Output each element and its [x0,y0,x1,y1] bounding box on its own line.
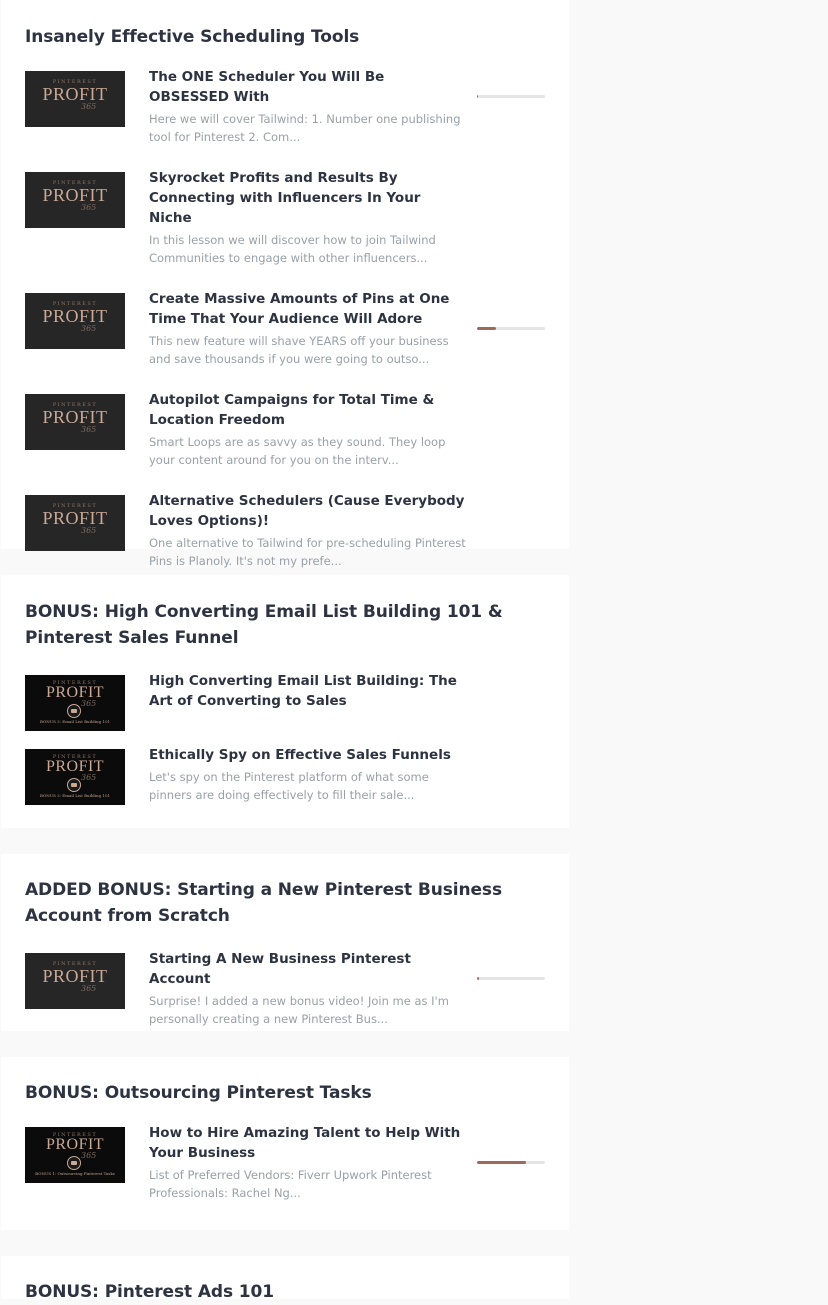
thumb-brand-script: 365 [81,1151,97,1160]
envelope-icon [67,778,81,792]
section-title: BONUS: High Converting Email List Buildi… [25,602,503,648]
lesson-item[interactable]: PINTEREST PROFIT 365 Create Massive Amou… [25,289,545,368]
thumb-brand-main: PROFIT [42,306,108,326]
section-scheduling-tools: Insanely Effective Scheduling Tools PINT… [1,0,569,568]
thumb-brand-script: 365 [81,984,97,993]
lesson-title[interactable]: Skyrocket Profits and Results By Connect… [149,168,467,228]
thumb-brand-main: PROFIT [42,407,108,427]
lesson-item[interactable]: PINTEREST PROFIT 365 BONUS 3: Email List… [25,745,545,805]
thumb-brand-main: PROFIT [42,84,108,104]
lesson-thumbnail[interactable]: PINTEREST PROFIT 365 [25,293,125,349]
thumb-brand-script: 365 [81,425,97,434]
lesson-title[interactable]: Create Massive Amounts of Pins at One Ti… [149,289,467,329]
lesson-body: Create Massive Amounts of Pins at One Ti… [149,289,467,368]
section-outsourcing: BONUS: Outsourcing Pinterest Tasks PINTE… [1,1057,569,1230]
lesson-progress-bar [477,1161,545,1164]
lesson-item[interactable]: PINTEREST PROFIT 365 Autopilot Campaigns… [25,390,545,469]
lesson-thumbnail[interactable]: PINTEREST PROFIT 365 BONUS 1: Outsourcin… [25,1127,125,1183]
section-title: Insanely Effective Scheduling Tools [25,27,360,47]
section-new-business-account: ADDED BONUS: Starting a New Pinterest Bu… [1,854,569,1031]
lesson-body: Alternative Schedulers (Cause Everybody … [149,491,467,570]
lesson-item[interactable]: PINTEREST PROFIT 365 Alternative Schedul… [25,491,545,570]
lesson-body: High Converting Email List Building: The… [149,671,467,711]
thumb-brand-main: PROFIT [42,185,108,205]
lesson-description: Smart Loops are as savvy as they sound. … [149,435,446,467]
lesson-body: Autopilot Campaigns for Total Time & Loc… [149,390,467,469]
lesson-body: Ethically Spy on Effective Sales Funnels… [149,745,467,804]
lesson-thumbnail[interactable]: PINTEREST PROFIT 365 [25,172,125,228]
lesson-thumbnail[interactable]: PINTEREST PROFIT 365 [25,495,125,551]
section-pinterest-ads: BONUS: Pinterest Ads 101 [1,1256,569,1302]
thumb-brand-main: PROFIT [45,758,105,775]
lesson-body: How to Hire Amazing Talent to Help With … [149,1123,467,1202]
lesson-title[interactable]: Starting A New Business Pinterest Accoun… [149,949,467,989]
lesson-thumbnail[interactable]: PINTEREST PROFIT 365 [25,953,125,1009]
thumb-caption: BONUS 3: Email List Building 101 [39,793,111,798]
section-title: ADDED BONUS: Starting a New Pinterest Bu… [25,880,502,926]
lesson-thumbnail[interactable]: PINTEREST PROFIT 365 [25,71,125,127]
lesson-description: In this lesson we will discover how to j… [149,233,436,265]
lesson-progress-bar [477,327,545,330]
lesson-body: Skyrocket Profits and Results By Connect… [149,168,467,267]
lesson-title[interactable]: How to Hire Amazing Talent to Help With … [149,1123,467,1163]
section-title: BONUS: Pinterest Ads 101 [25,1282,274,1302]
progress-fill [477,327,497,330]
thumb-brand-main: PROFIT [42,508,108,528]
thumb-brand-main: PROFIT [45,1136,105,1153]
lesson-title[interactable]: Alternative Schedulers (Cause Everybody … [149,491,467,531]
thumb-brand-script: 365 [81,699,97,708]
section-email-list-building: BONUS: High Converting Email List Buildi… [1,575,569,828]
lesson-description: Surprise! I added a new bonus video! Joi… [149,994,449,1026]
lesson-progress-bar [477,977,545,980]
lesson-description: One alternative to Tailwind for pre-sche… [149,536,466,568]
lesson-progress-bar [477,95,545,98]
section-title: BONUS: Outsourcing Pinterest Tasks [25,1083,372,1103]
thumb-caption: BONUS 1: Outsourcing Pinterest Tasks [35,1171,115,1176]
progress-fill [477,95,479,98]
envelope-icon [67,704,81,718]
lesson-item[interactable]: PINTEREST PROFIT 365 BONUS 1: Outsourcin… [25,1123,545,1202]
thumb-brand-script: 365 [81,102,97,111]
thumb-caption: BONUS 3: Email List Building 101 [39,719,111,724]
lesson-item[interactable]: PINTEREST PROFIT 365 Starting A New Busi… [25,949,545,1028]
lesson-body: Starting A New Business Pinterest Accoun… [149,949,467,1028]
progress-fill [477,1161,526,1164]
lesson-description: Here we will cover Tailwind: 1. Number o… [149,112,461,144]
lesson-body: The ONE Scheduler You Will Be OBSESSED W… [149,67,467,146]
thumb-brand-script: 365 [81,773,97,782]
lesson-description: This new feature will shave YEARS off yo… [149,334,449,366]
lesson-title[interactable]: The ONE Scheduler You Will Be OBSESSED W… [149,67,467,107]
lesson-thumbnail[interactable]: PINTEREST PROFIT 365 [25,394,125,450]
lesson-title[interactable]: High Converting Email List Building: The… [149,671,467,711]
progress-fill [477,977,480,980]
thumb-brand-main: PROFIT [42,966,108,986]
lesson-description: Let's spy on the Pinterest platform of w… [149,770,429,802]
lesson-title[interactable]: Ethically Spy on Effective Sales Funnels [149,745,467,765]
pinterest-icon [67,1156,81,1170]
lesson-thumbnail[interactable]: PINTEREST PROFIT 365 BONUS 3: Email List… [25,749,125,805]
thumb-brand-script: 365 [81,526,97,535]
lesson-description: List of Preferred Vendors: Fiverr Upwork… [149,1168,432,1200]
lesson-item[interactable]: PINTEREST PROFIT 365 Skyrocket Profits a… [25,168,545,267]
thumb-brand-script: 365 [81,203,97,212]
lesson-item[interactable]: PINTEREST PROFIT 365 BONUS 3: Email List… [25,671,545,731]
thumb-brand-script: 365 [81,324,97,333]
lesson-item[interactable]: PINTEREST PROFIT 365 The ONE Scheduler Y… [25,67,545,146]
thumb-brand-main: PROFIT [45,684,105,701]
lesson-thumbnail[interactable]: PINTEREST PROFIT 365 BONUS 3: Email List… [25,675,125,731]
lesson-title[interactable]: Autopilot Campaigns for Total Time & Loc… [149,390,467,430]
